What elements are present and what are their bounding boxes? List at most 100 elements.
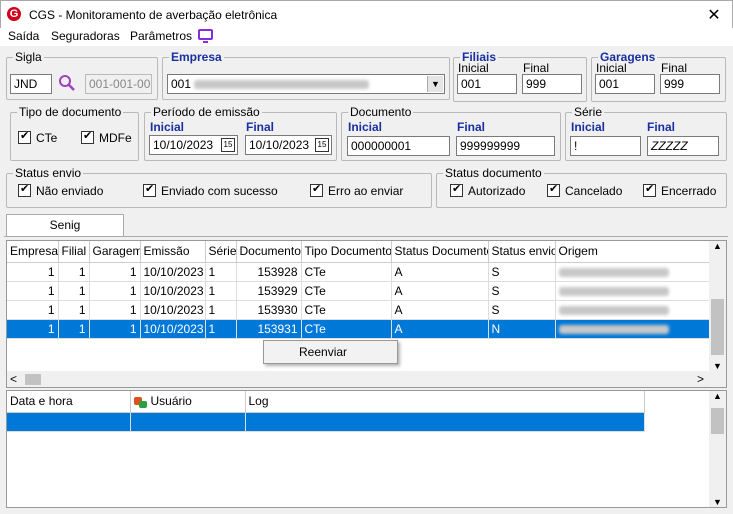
serie-final-label: Final: [647, 120, 676, 134]
serie-inicial-input[interactable]: !: [570, 136, 641, 156]
table-row[interactable]: 1 1 1 10/10/2023 1 153928 CTe A S: [7, 262, 711, 282]
filiais-inicial-input[interactable]: 001: [457, 74, 517, 94]
calendar-icon[interactable]: 15: [221, 138, 235, 152]
scroll-thumb[interactable]: [711, 408, 724, 434]
cell-origem-redacted: [555, 262, 711, 282]
col-empresa[interactable]: Empresa: [7, 241, 59, 263]
log-row[interactable]: [7, 412, 645, 432]
col-log[interactable]: Log: [245, 391, 645, 413]
col-documento[interactable]: Documento: [236, 241, 302, 263]
scroll-left-icon[interactable]: <: [10, 372, 17, 386]
cell-8: N: [488, 319, 556, 339]
documento-inicial-input[interactable]: 000000001: [347, 136, 450, 156]
cell-7: A: [391, 281, 489, 301]
calendar-icon[interactable]: 15: [315, 138, 329, 152]
garagens-inicial-input[interactable]: 001: [595, 74, 655, 94]
scroll-down-icon[interactable]: ▼: [709, 361, 726, 371]
documento-final-input[interactable]: 999999999: [456, 136, 555, 156]
sigla-code-field: 001-001-001: [85, 74, 152, 94]
col-status-envio[interactable]: Status envio: [488, 241, 556, 263]
col-tipo-documento[interactable]: Tipo Documento: [301, 241, 392, 263]
garagens-inicial-label: Inicial: [596, 61, 627, 75]
hscroll-thumb[interactable]: [25, 374, 41, 385]
col-data-hora[interactable]: Data e hora: [7, 391, 131, 413]
table-row[interactable]: 1 1 1 10/10/2023 1 153929 CTe A S: [7, 281, 711, 301]
chevron-down-icon[interactable]: ▼: [427, 76, 443, 92]
autorizado-checkbox[interactable]: Autorizado: [450, 182, 525, 199]
scroll-right-icon[interactable]: >: [697, 372, 704, 386]
erro-enviar-checkbox[interactable]: Erro ao enviar: [310, 182, 403, 199]
scroll-up-icon[interactable]: ▲: [709, 241, 726, 255]
cell-0: 1: [7, 281, 59, 301]
empresa-legend: Empresa: [171, 50, 222, 64]
col-usuario[interactable]: Usuário: [130, 391, 246, 413]
periodo-final-label: Final: [246, 120, 275, 134]
menu-saida[interactable]: Saída: [8, 29, 39, 43]
cell-8: S: [488, 300, 556, 320]
cell-origem-redacted: [555, 281, 711, 301]
cell-3: 10/10/2023: [140, 262, 206, 282]
cell-2: 1: [89, 262, 141, 282]
scroll-thumb[interactable]: [711, 299, 724, 355]
col-serie[interactable]: Série: [205, 241, 237, 263]
cell-0: 1: [7, 262, 59, 282]
menu-parametros[interactable]: Parâmetros: [130, 29, 192, 43]
grid-vertical-scrollbar[interactable]: ▲ ▼: [709, 241, 726, 371]
empresa-select[interactable]: 001 ▼: [167, 74, 445, 94]
sigla-input[interactable]: JND: [10, 74, 52, 94]
tipo-documento-legend: Tipo de documento: [19, 105, 122, 119]
tab-senig[interactable]: Senig: [6, 214, 124, 236]
search-icon[interactable]: [58, 74, 76, 92]
documento-inicial-label: Inicial: [348, 120, 383, 134]
cell-3: 10/10/2023: [140, 300, 206, 320]
cell-6: CTe: [301, 281, 392, 301]
nao-enviado-checkbox[interactable]: Não enviado: [18, 182, 103, 199]
periodo-legend: Período de emissão: [153, 105, 260, 119]
context-menu-reenviar[interactable]: Reenviar: [263, 340, 398, 364]
cte-checkbox[interactable]: CTe: [18, 129, 57, 146]
mdfe-checkbox[interactable]: MDFe: [81, 129, 132, 146]
filiais-final-input[interactable]: 999: [522, 74, 582, 94]
col-filial[interactable]: Filial: [58, 241, 90, 263]
status-envio-legend: Status envio: [15, 166, 82, 180]
col-origem[interactable]: Origem: [555, 241, 711, 263]
log-vertical-scrollbar[interactable]: ▲ ▼: [709, 391, 726, 507]
encerrado-checkbox[interactable]: Encerrado: [643, 182, 716, 199]
table-row[interactable]: 1 1 1 10/10/2023 1 153931 CTe A N: [7, 319, 711, 339]
cell-3: 10/10/2023: [140, 319, 206, 339]
cell-2: 1: [89, 281, 141, 301]
monitor-icon[interactable]: [198, 29, 213, 43]
app-logo-icon: G: [7, 7, 21, 21]
cell-1: 1: [58, 300, 90, 320]
cell-0: 1: [7, 300, 59, 320]
periodo-inicial-label: Inicial: [150, 120, 185, 134]
scroll-down-icon[interactable]: ▼: [709, 497, 726, 507]
cell-5: 153929: [236, 281, 302, 301]
enviado-sucesso-checkbox[interactable]: Enviado com sucesso: [143, 182, 278, 199]
log-header: Data e hora Usuário Log: [7, 391, 645, 413]
grid-horizontal-scrollbar[interactable]: < >: [7, 371, 726, 387]
col-emissao[interactable]: Emissão: [140, 241, 206, 263]
close-icon[interactable]: ✕: [704, 5, 724, 25]
garagens-final-input[interactable]: 999: [660, 74, 720, 94]
col-garagem[interactable]: Garagem: [89, 241, 141, 263]
cell-2: 1: [89, 319, 141, 339]
log-table: Data e hora Usuário Log: [7, 391, 645, 432]
col-status-documento[interactable]: Status Documento: [391, 241, 489, 263]
menu-seguradoras[interactable]: Seguradoras: [51, 29, 120, 43]
scroll-up-icon[interactable]: ▲: [709, 391, 726, 405]
periodo-final-input[interactable]: 10/10/2023 15: [245, 135, 332, 155]
cell-origem-redacted: [555, 300, 711, 320]
empresa-code: 001: [171, 77, 192, 91]
cell-4: 1: [205, 281, 237, 301]
documento-final-label: Final: [457, 120, 486, 134]
cancelado-checkbox[interactable]: Cancelado: [547, 182, 622, 199]
serie-final-input[interactable]: ZZZZZ: [647, 136, 719, 156]
cell-0: 1: [7, 319, 59, 339]
table-row[interactable]: 1 1 1 10/10/2023 1 153930 CTe A S: [7, 300, 711, 320]
empresa-name-redacted: [194, 80, 370, 90]
cell-5: 153928: [236, 262, 302, 282]
periodo-inicial-input[interactable]: 10/10/2023 15: [149, 135, 238, 155]
garagens-final-label: Final: [661, 61, 688, 75]
log-grid: Data e hora Usuário Log ▲ ▼: [6, 390, 727, 508]
